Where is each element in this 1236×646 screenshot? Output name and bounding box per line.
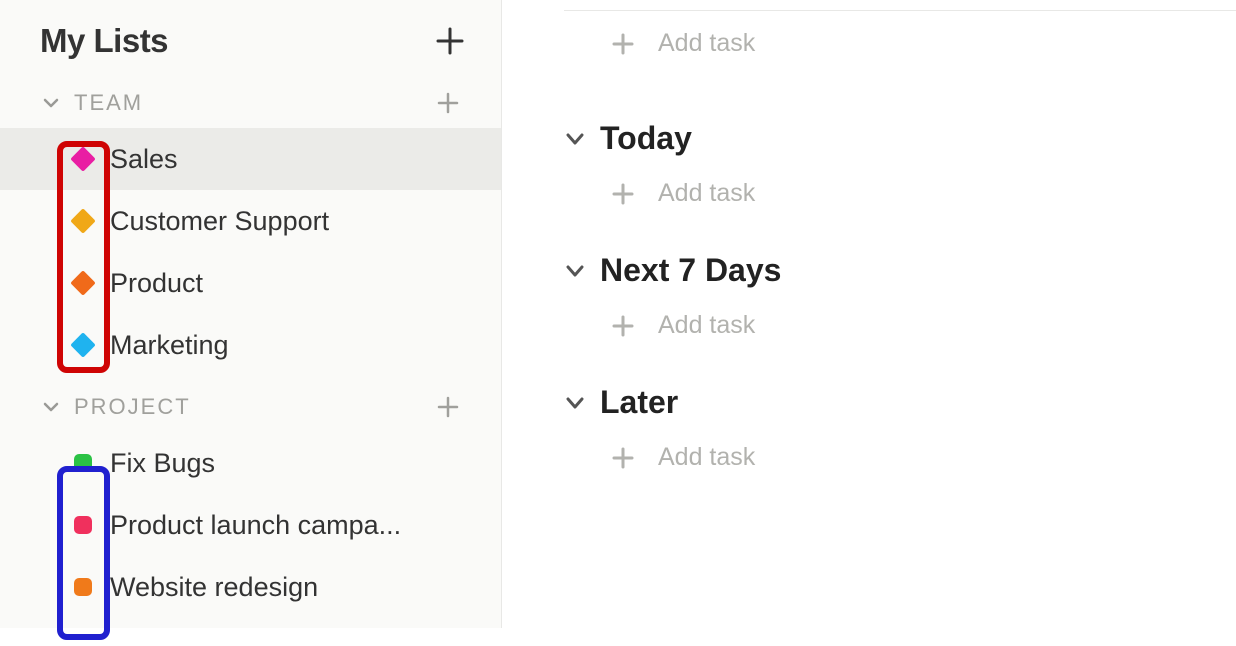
team-list: Sales Customer Support Product Marketing — [0, 124, 501, 386]
square-icon — [74, 516, 92, 534]
project-list: Fix Bugs Product launch campa... Website… — [0, 428, 501, 628]
add-list-button[interactable] — [435, 26, 465, 56]
diamond-icon — [70, 270, 95, 295]
plus-icon — [435, 26, 465, 56]
plus-icon — [610, 445, 636, 471]
list-item-label: Fix Bugs — [110, 448, 215, 479]
section-header-project[interactable]: PROJECT — [0, 386, 501, 428]
list-item-label: Marketing — [110, 330, 229, 361]
sidebar-item-customer-support[interactable]: Customer Support — [0, 190, 501, 252]
chevron-down-icon — [42, 398, 60, 416]
section-toggle-today[interactable]: Today — [564, 120, 1236, 157]
list-item-label: Website redesign — [110, 572, 318, 603]
sidebar-title: My Lists — [40, 22, 168, 60]
add-team-list-button[interactable] — [435, 90, 461, 116]
section-title: Today — [600, 120, 692, 157]
list-item-label: Product — [110, 268, 203, 299]
plus-icon — [610, 31, 636, 57]
section-toggle-later[interactable]: Later — [564, 384, 1236, 421]
section-label-team: TEAM — [74, 90, 143, 116]
add-task-label: Add task — [658, 29, 755, 58]
sidebar-item-marketing[interactable]: Marketing — [0, 314, 501, 376]
list-item-label: Product launch campa... — [110, 510, 401, 541]
plus-icon — [610, 313, 636, 339]
diamond-icon — [70, 146, 95, 171]
sidebar-header: My Lists — [0, 8, 501, 82]
plus-icon — [435, 394, 461, 420]
sidebar: My Lists TEAM Sales Cu — [0, 0, 502, 628]
section-later: Later Add task — [502, 340, 1236, 472]
plus-icon — [435, 90, 461, 116]
main-content: Add task Today Add task Next 7 Days — [502, 0, 1236, 646]
section-title: Later — [600, 384, 678, 421]
add-task-today[interactable]: Add task — [564, 157, 1236, 208]
add-task-button[interactable]: Add task — [502, 11, 1236, 76]
section-today: Today Add task — [502, 76, 1236, 208]
add-task-later[interactable]: Add task — [564, 421, 1236, 472]
section-toggle-next7days[interactable]: Next 7 Days — [564, 252, 1236, 289]
section-next7days: Next 7 Days Add task — [502, 208, 1236, 340]
section-title: Next 7 Days — [600, 252, 781, 289]
plus-icon — [610, 181, 636, 207]
square-icon — [74, 578, 92, 596]
list-item-label: Sales — [110, 144, 178, 175]
chevron-down-icon — [564, 260, 586, 282]
sidebar-item-product-launch[interactable]: Product launch campa... — [0, 494, 501, 556]
section-header-team[interactable]: TEAM — [0, 82, 501, 124]
diamond-icon — [70, 332, 95, 357]
sidebar-item-sales[interactable]: Sales — [0, 128, 501, 190]
add-task-label: Add task — [658, 179, 755, 208]
chevron-down-icon — [564, 128, 586, 150]
add-task-label: Add task — [658, 443, 755, 472]
chevron-down-icon — [42, 94, 60, 112]
sidebar-item-product[interactable]: Product — [0, 252, 501, 314]
add-project-list-button[interactable] — [435, 394, 461, 420]
diamond-icon — [70, 208, 95, 233]
square-icon — [74, 454, 92, 472]
list-item-label: Customer Support — [110, 206, 329, 237]
section-label-project: PROJECT — [74, 394, 191, 420]
add-task-label: Add task — [658, 311, 755, 340]
sidebar-item-fix-bugs[interactable]: Fix Bugs — [0, 432, 501, 494]
chevron-down-icon — [564, 392, 586, 414]
sidebar-item-website-redesign[interactable]: Website redesign — [0, 556, 501, 618]
add-task-next7days[interactable]: Add task — [564, 289, 1236, 340]
